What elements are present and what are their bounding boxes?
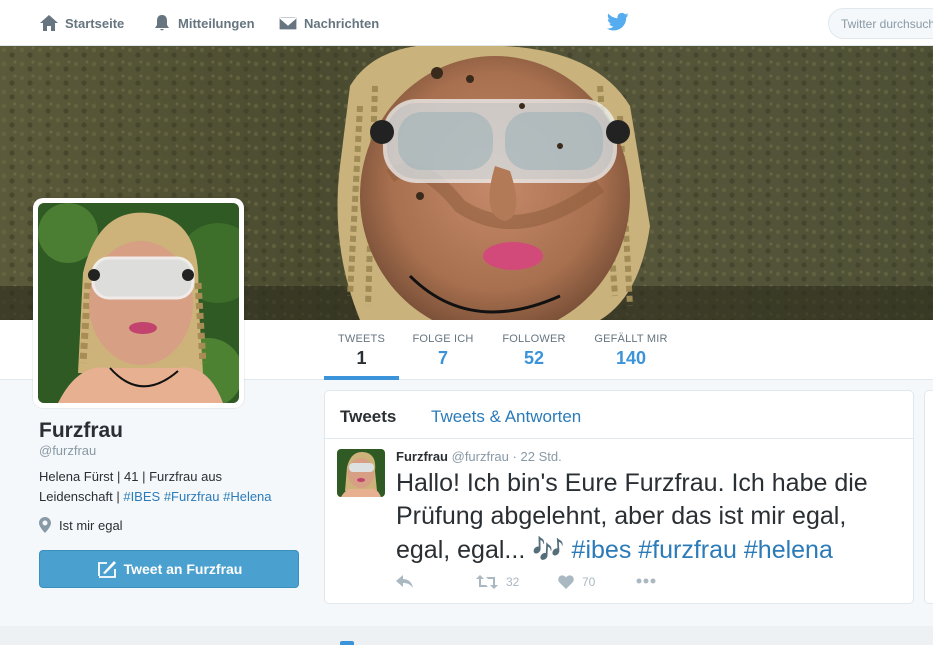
tab-tweets-and-replies[interactable]: Tweets & Antworten: [431, 407, 581, 427]
twitter-bird-icon[interactable]: [607, 12, 629, 32]
like-button[interactable]: 70: [558, 575, 595, 589]
like-count: 70: [582, 575, 596, 589]
avatar-photo: [38, 203, 239, 403]
retweet-count: 32: [506, 575, 520, 589]
tab-tweets[interactable]: Tweets: [340, 407, 396, 427]
tweet-author-avatar[interactable]: [337, 449, 385, 497]
stat-likes-value: 140: [615, 348, 647, 368]
bio-hashtag-furzfrau[interactable]: #Furzfrau: [164, 489, 220, 504]
tweet-author-name[interactable]: Furzfrau: [396, 449, 448, 464]
search-input[interactable]: Twitter durchsuchen: [828, 8, 933, 39]
tweet-text: Hallo! Ich bin's Eure Furzfrau. Ich habe…: [396, 467, 896, 567]
bio-hashtag-helena[interactable]: #Helena: [223, 489, 271, 504]
profile-bio: Helena Fürst | 41 | Furzfrau aus Leidens…: [39, 467, 289, 507]
next-item-marker: [340, 641, 354, 645]
stat-tweets-label: TWEETS: [337, 333, 386, 345]
profile-name[interactable]: Furzfrau: [39, 419, 123, 443]
nav-home-label: Startseite: [65, 15, 125, 31]
stat-following[interactable]: FOLGE ICH 7: [406, 320, 480, 380]
location-pin-icon: [39, 517, 51, 533]
tweet-separator: ·: [512, 449, 517, 464]
compose-icon: [97, 561, 116, 578]
retweet-button[interactable]: 32: [476, 575, 519, 589]
tweet-hashtag-helena[interactable]: #helena: [744, 536, 833, 564]
bell-icon: [155, 15, 169, 31]
nav-notifications[interactable]: Mitteilungen: [152, 0, 255, 46]
stat-followers[interactable]: FOLLOWER 52: [496, 320, 572, 380]
profile-location-text: Ist mir egal: [59, 517, 123, 533]
more-button[interactable]: [636, 578, 656, 584]
home-icon: [40, 15, 58, 31]
tweet-header: Furzfrau @furzfrau · 22 Std.: [396, 449, 562, 464]
stat-likes[interactable]: GEFÄLLT MIR 140: [590, 320, 672, 380]
nav-messages[interactable]: Nachrichten: [278, 0, 379, 46]
tweet-timestamp[interactable]: 22 Std.: [521, 449, 562, 464]
top-navigation: Startseite Mitteilungen Nachrichten Twit…: [0, 0, 933, 46]
stat-following-label: FOLGE ICH: [412, 333, 474, 345]
profile-location: Ist mir egal: [39, 517, 123, 533]
reply-icon: [396, 575, 413, 588]
timeline-card: Tweets Tweets & Antworten Furzfrau @furz…: [324, 390, 914, 604]
stat-following-value: 7: [437, 348, 448, 368]
bio-hashtag-ibes[interactable]: #IBES: [123, 489, 160, 504]
stat-followers-label: FOLLOWER: [502, 333, 566, 345]
tweet-avatar-photo: [337, 449, 385, 497]
heart-icon: [558, 575, 574, 589]
tweet-hashtag-ibes[interactable]: #ibes: [572, 536, 632, 564]
envelope-icon: [278, 16, 298, 31]
nav-home[interactable]: Startseite: [39, 0, 124, 46]
stat-likes-label: GEFÄLLT MIR: [594, 333, 668, 345]
tweet-to-user-label: Tweet an Furzfrau: [123, 561, 243, 577]
page-bottom: [0, 626, 933, 645]
nav-messages-label: Nachrichten: [304, 15, 380, 31]
reply-button[interactable]: [396, 575, 413, 589]
nav-notifications-label: Mitteilungen: [178, 15, 255, 31]
tweet-to-user-button[interactable]: Tweet an Furzfrau: [39, 550, 299, 588]
tweet-item[interactable]: Furzfrau @furzfrau · 22 Std. Hallo! Ich …: [325, 439, 913, 603]
tweet-author-handle[interactable]: @furzfrau: [452, 449, 509, 464]
tweet-actions: 32 70: [396, 575, 696, 595]
music-notes-emoji: 🎶: [532, 534, 565, 564]
more-dots-icon: [636, 578, 656, 584]
stat-tweets-value: 1: [356, 348, 367, 368]
stat-tweets[interactable]: TWEETS 1: [324, 320, 399, 380]
retweet-icon: [476, 575, 498, 589]
right-sidebar-card: [924, 390, 933, 604]
timeline-tabs: Tweets Tweets & Antworten: [325, 391, 913, 439]
profile-avatar[interactable]: [33, 198, 244, 408]
tweet-hashtag-furzfrau[interactable]: #furzfrau: [638, 536, 737, 564]
profile-handle[interactable]: @furzfrau: [39, 443, 96, 458]
stat-followers-value: 52: [523, 348, 545, 368]
